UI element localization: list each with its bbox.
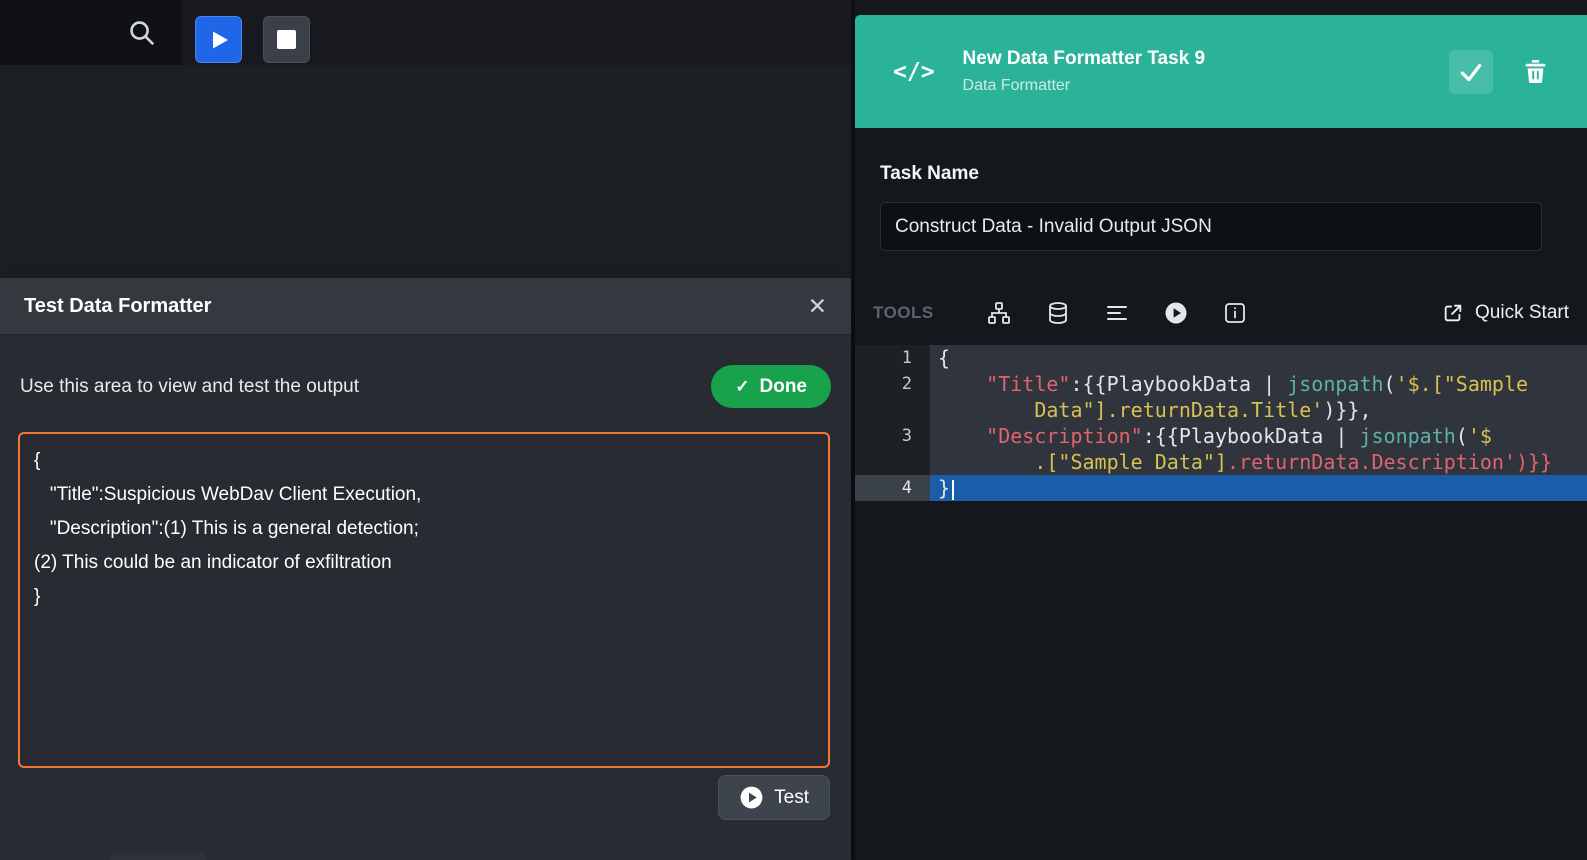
tool-icons	[986, 300, 1248, 326]
close-button[interactable]: ✕	[808, 295, 827, 318]
line-number	[855, 397, 930, 423]
test-panel-header: Test Data Formatter ✕	[0, 278, 851, 335]
test-output-textarea[interactable]: { "Title":Suspicious WebDav Client Execu…	[18, 432, 830, 768]
code-token: :	[1143, 424, 1155, 448]
done-button[interactable]: ✓ Done	[711, 365, 831, 408]
app-root: Test Data Formatter ✕ Use this area to v…	[0, 0, 1587, 860]
info-icon	[1223, 301, 1247, 325]
code-token: jsonpath	[1287, 372, 1383, 396]
line-number	[855, 449, 930, 475]
quick-start-label: Quick Start	[1475, 302, 1569, 324]
task-subtitle: Data Formatter	[963, 77, 1206, 95]
line-number: 1	[855, 345, 930, 371]
task-titles: New Data Formatter Task 9 Data Formatter	[963, 48, 1206, 95]
lines-tool-button[interactable]	[1104, 300, 1130, 326]
code-token: "Title"	[986, 372, 1070, 396]
code-token: {{PlaybookData |	[1155, 424, 1360, 448]
line-number: 2	[855, 371, 930, 397]
info-tool-button[interactable]	[1222, 300, 1248, 326]
task-header-actions	[1449, 50, 1557, 94]
code-token: )	[1323, 398, 1335, 422]
code-line[interactable]: {	[930, 345, 1587, 371]
code-token: '$	[1468, 424, 1492, 448]
editor-row: .["Sample Data"].returnData.Description'…	[855, 449, 1587, 475]
stop-playbook-button[interactable]	[263, 16, 310, 63]
code-token: }},	[1335, 398, 1371, 422]
play-circle-icon	[739, 785, 764, 810]
test-panel-title: Test Data Formatter	[24, 295, 211, 318]
editor-row: Data"].returnData.Title')}},	[855, 397, 1587, 423]
code-token: {	[938, 346, 950, 370]
done-label: Done	[760, 376, 808, 398]
database-tool-button[interactable]	[1045, 300, 1071, 326]
play-tool-button[interactable]	[1163, 300, 1189, 326]
task-title: New Data Formatter Task 9	[963, 48, 1206, 70]
code-line[interactable]: "Title":{{PlaybookData | jsonpath('$.["S…	[930, 371, 1587, 397]
confirm-button[interactable]	[1449, 50, 1493, 94]
lines-icon	[1105, 301, 1129, 325]
run-playbook-button[interactable]	[195, 16, 242, 63]
trash-icon	[1525, 60, 1546, 83]
tools-label: TOOLS	[873, 303, 934, 323]
code-token: "Description"	[986, 424, 1143, 448]
line-number: 4	[855, 475, 930, 501]
code-line[interactable]: "Description":{{PlaybookData | jsonpath(…	[930, 423, 1587, 449]
search-icon	[126, 17, 157, 48]
code-line[interactable]: }	[930, 475, 1587, 501]
task-header: </> New Data Formatter Task 9 Data Forma…	[855, 15, 1587, 128]
editor-row: 2"Title":{{PlaybookData | jsonpath('$.["…	[855, 371, 1587, 397]
code-token: (	[1456, 424, 1468, 448]
quick-start-button[interactable]: Quick Start	[1442, 302, 1569, 324]
test-button[interactable]: Test	[718, 775, 830, 820]
tools-toolbar: TOOLS	[855, 287, 1587, 339]
delete-button[interactable]	[1513, 50, 1557, 94]
external-link-icon	[1442, 302, 1464, 324]
code-token: '$.["Sample	[1396, 372, 1528, 396]
code-token: jsonpath	[1359, 424, 1455, 448]
editor-row: 1{	[855, 345, 1587, 371]
editor-row: 4}	[855, 475, 1587, 501]
task-config-panel: </> New Data Formatter Task 9 Data Forma…	[855, 0, 1587, 860]
database-icon	[1046, 301, 1070, 325]
code-token: Data"].returnData.Title'	[1034, 398, 1323, 422]
code-token: .["Sample Data"]	[1034, 450, 1227, 474]
code-token: (	[1384, 372, 1396, 396]
test-data-formatter-panel: Test Data Formatter ✕ Use this area to v…	[0, 278, 851, 860]
code-line[interactable]: .["Sample Data"].returnData.Description'…	[930, 449, 1587, 475]
stop-icon	[277, 30, 296, 49]
line-number: 3	[855, 423, 930, 449]
code-icon: </>	[893, 59, 935, 85]
editor-row: 3"Description":{{PlaybookData | jsonpath…	[855, 423, 1587, 449]
instruction-text: Use this area to view and test the outpu…	[20, 376, 359, 398]
instruction-row: Use this area to view and test the outpu…	[0, 335, 851, 408]
partial-element	[110, 853, 206, 860]
search-bar[interactable]	[0, 0, 181, 65]
code-token: .returnData.Description')}}	[1227, 450, 1552, 474]
play-icon	[207, 28, 231, 52]
check-icon: ✓	[735, 377, 749, 397]
code-editor[interactable]: 1{2"Title":{{PlaybookData | jsonpath('$.…	[855, 345, 1587, 501]
code-line[interactable]: Data"].returnData.Title')}},	[930, 397, 1587, 423]
task-name-label: Task Name	[880, 163, 979, 185]
text-cursor	[952, 480, 954, 500]
task-name-input[interactable]	[880, 202, 1542, 251]
test-label: Test	[774, 787, 809, 809]
code-token: }	[938, 476, 950, 500]
workflow-tool-button[interactable]	[986, 300, 1012, 326]
play-circle-icon	[1164, 301, 1188, 325]
code-token: {{PlaybookData |	[1083, 372, 1288, 396]
workflow-icon	[987, 301, 1011, 325]
check-icon	[1458, 59, 1484, 85]
playbook-canvas: Test Data Formatter ✕ Use this area to v…	[0, 0, 851, 860]
close-icon: ✕	[808, 293, 827, 319]
code-token: :	[1070, 372, 1082, 396]
